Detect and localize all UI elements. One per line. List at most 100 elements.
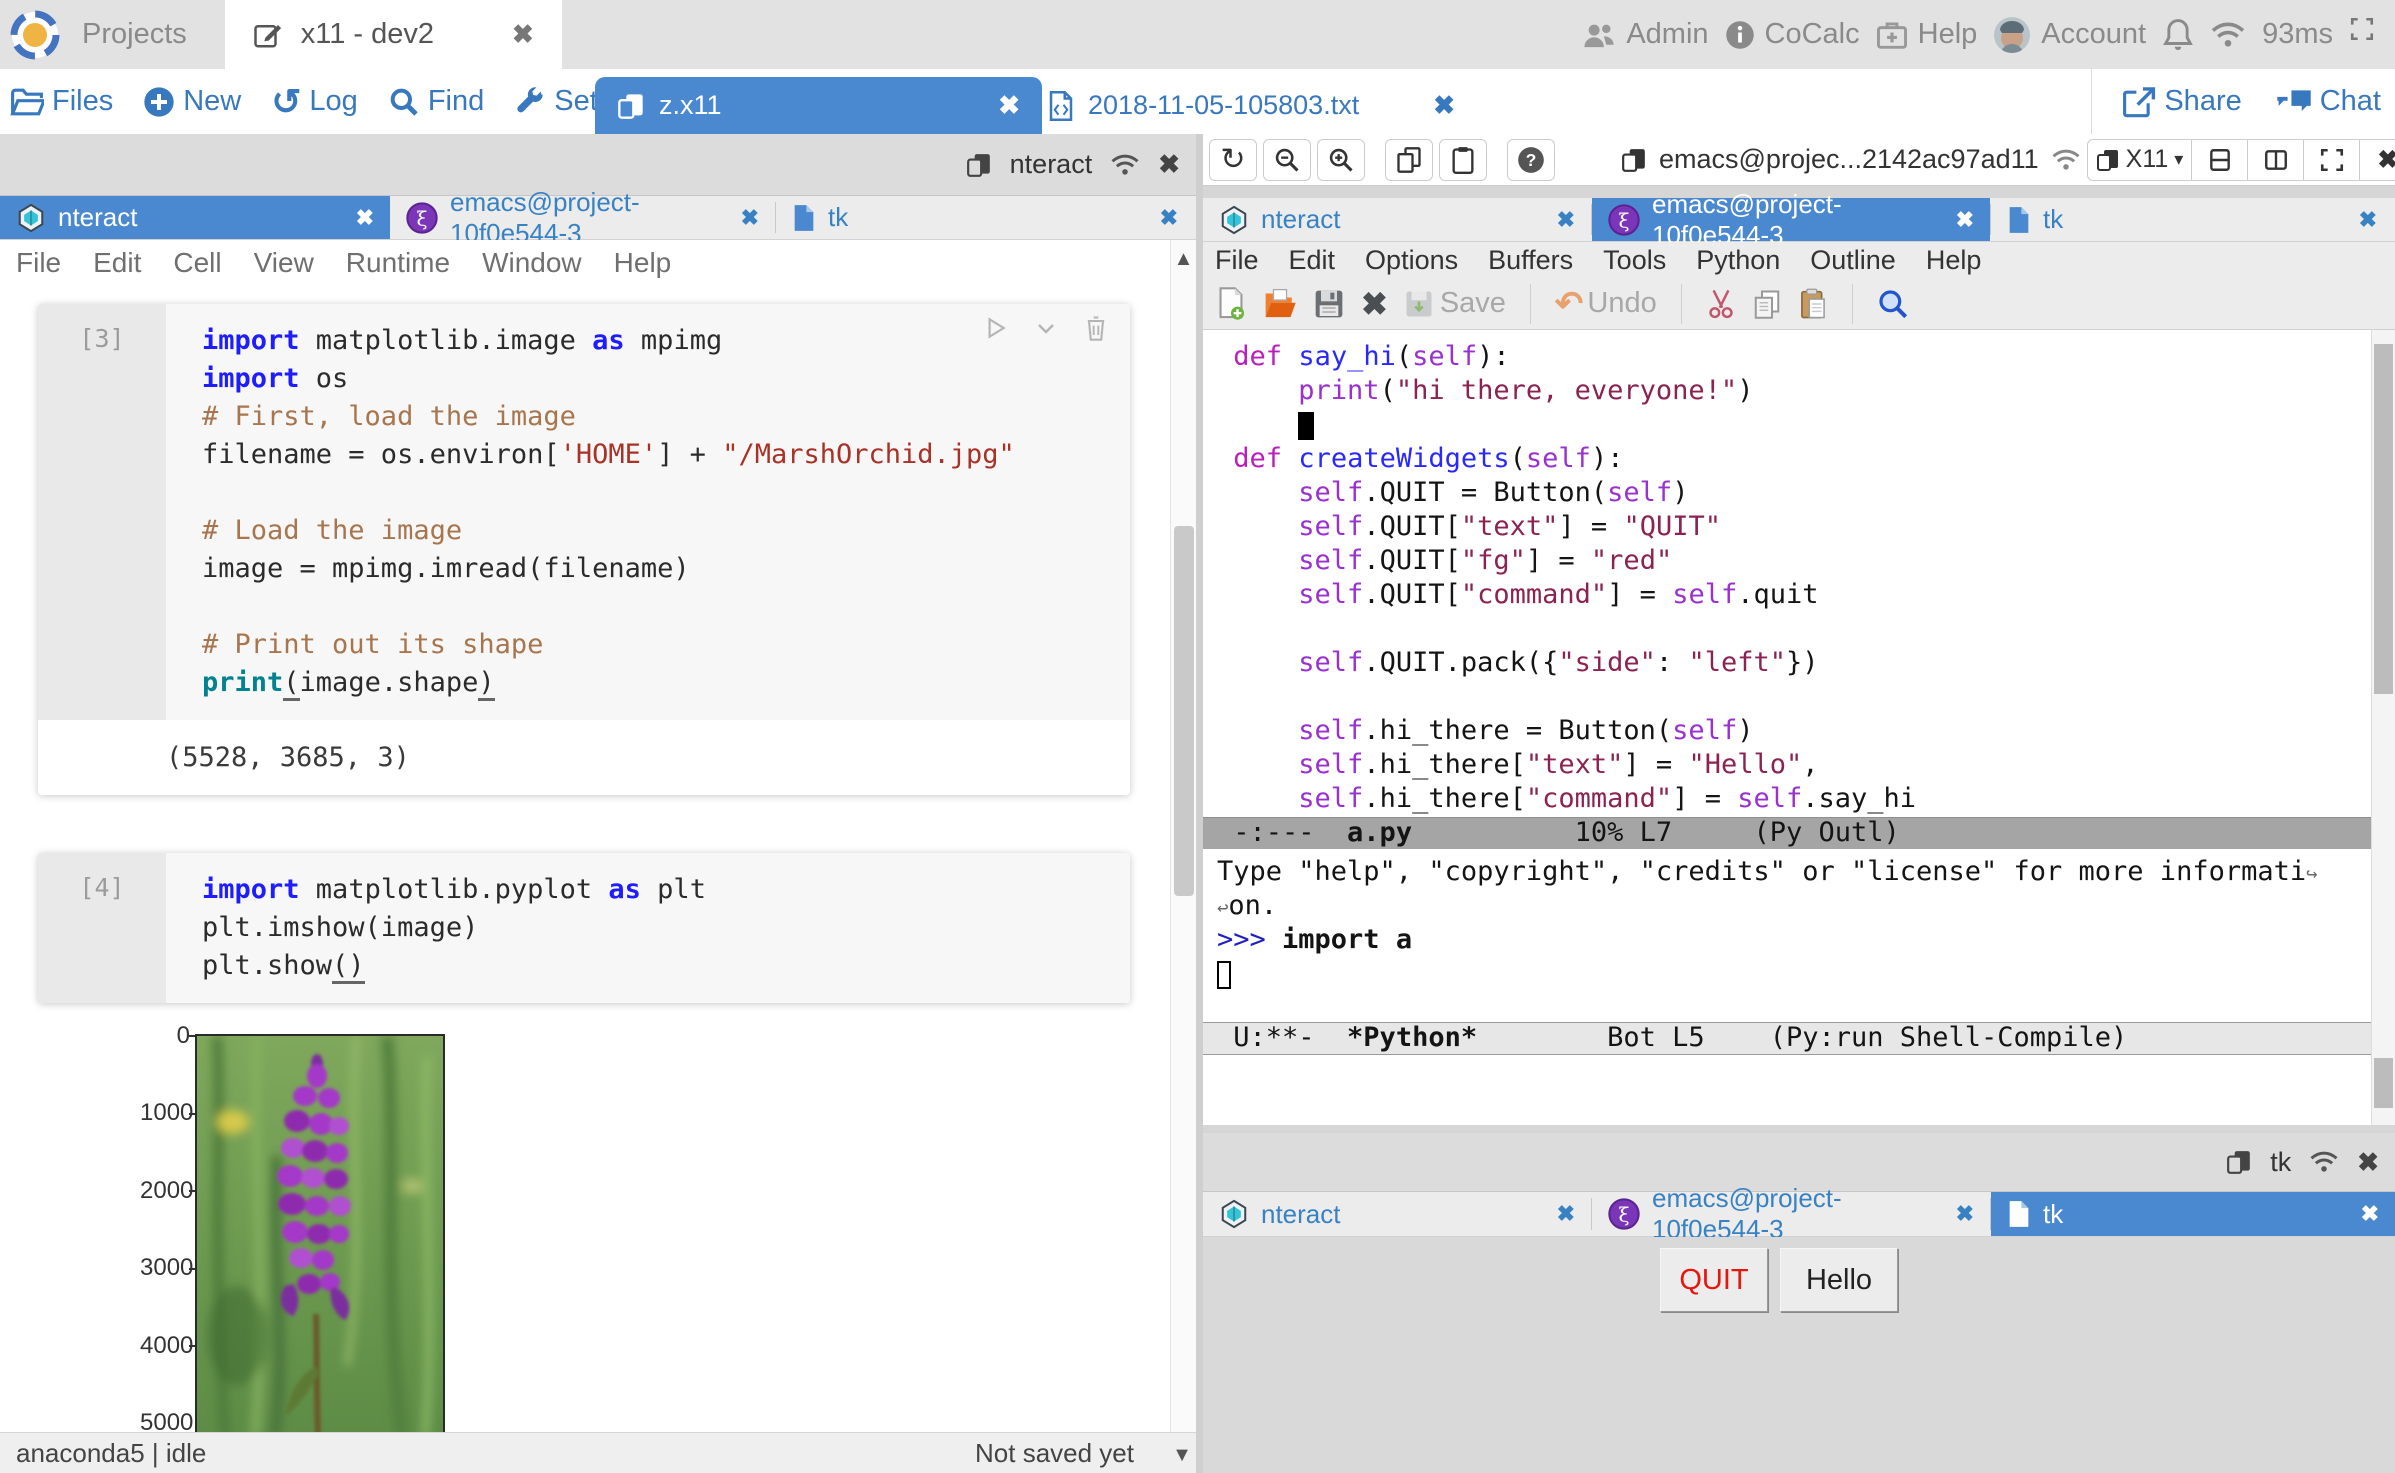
bell-icon[interactable]	[2162, 18, 2194, 52]
menu-help[interactable]: Help	[614, 247, 672, 279]
paste-button[interactable]	[1439, 139, 1487, 181]
scrollbar-thumb[interactable]	[2374, 344, 2393, 694]
x11-tab-emacs[interactable]: ξ emacs@project-10f0e544-3 ✖	[1592, 1192, 1990, 1236]
panel-divider[interactable]	[1196, 134, 1203, 1473]
emacs-menu-python[interactable]: Python	[1696, 245, 1780, 276]
cocalc-logo-icon[interactable]	[10, 10, 60, 60]
x11-tab-nteract[interactable]: nteract ✖	[0, 196, 390, 239]
menu-runtime[interactable]: Runtime	[346, 247, 450, 279]
chevron-down-icon[interactable]	[1034, 316, 1058, 340]
wifi-icon[interactable]	[2210, 20, 2246, 50]
x11-tab-nteract[interactable]: nteract ✖	[1203, 1192, 1591, 1236]
share-button[interactable]: Share	[2122, 85, 2241, 118]
x11-tab-emacs[interactable]: ξ emacs@project-10f0e544-3 ✖	[1592, 198, 1990, 241]
scrollbar-thumb[interactable]	[1174, 526, 1194, 896]
emacs-menu-buffers[interactable]: Buffers	[1488, 245, 1573, 276]
help-button[interactable]: ?	[1507, 139, 1555, 181]
menu-cell[interactable]: Cell	[173, 247, 221, 279]
x11-apps-dropdown[interactable]: X11 ▾	[2087, 139, 2193, 181]
emacs-minibuffer[interactable]	[1203, 1055, 2395, 1125]
emacs-python-shell[interactable]: Type "help", "copyright", "credits" or "…	[1203, 849, 2395, 1022]
tk-hello-button[interactable]: Hello	[1780, 1248, 1898, 1312]
code-cell-3: [3] import matplotlib.image as mpimgimpo…	[38, 304, 1130, 795]
zoom-in-button[interactable]	[1317, 139, 1365, 181]
save-button-disabled[interactable]: Save	[1404, 287, 1506, 320]
tk-quit-button[interactable]: QUIT	[1660, 1248, 1768, 1312]
undo-button-disabled[interactable]: ↶ Undo	[1555, 284, 1657, 324]
scroll-up-icon[interactable]: ▲	[1171, 248, 1196, 271]
account-button[interactable]: Account	[1993, 16, 2146, 54]
file-tab-txt[interactable]: 2018-11-05-105803.txt ✖	[1048, 77, 1560, 134]
emacs-buffer-apy[interactable]: def say_hi(self): print("hi there, every…	[1203, 330, 2395, 817]
new-button[interactable]: New	[143, 85, 241, 118]
x11-tab-tk[interactable]: tk ✖	[1991, 1192, 2395, 1236]
menu-view[interactable]: View	[254, 247, 314, 279]
files-button[interactable]: Files	[10, 85, 113, 118]
save-disk-icon[interactable]	[1313, 288, 1345, 320]
search-icon[interactable]	[1877, 288, 1909, 320]
close-frame-icon[interactable]: ✖	[2357, 1147, 2379, 1178]
close-tk-tab-icon[interactable]: ✖	[1160, 205, 1196, 231]
run-cell-icon[interactable]	[982, 315, 1008, 341]
file-tab-zx11[interactable]: z.x11 ✖	[595, 77, 1042, 134]
close-frame-button[interactable]: ✖	[2360, 139, 2395, 181]
emacs-menu-help[interactable]: Help	[1926, 245, 1982, 276]
close-buffer-icon[interactable]: ✖	[1361, 285, 1388, 323]
close-frame-icon[interactable]: ✖	[1158, 149, 1180, 180]
wifi-icon[interactable]	[1110, 152, 1140, 178]
x11-tab-tk[interactable]: tk	[776, 196, 864, 239]
close-tab-icon[interactable]: ✖	[1956, 207, 1974, 233]
projects-tab[interactable]: Projects	[82, 18, 187, 51]
emacs-menu-options[interactable]: Options	[1365, 245, 1458, 276]
emacs-menu-edit[interactable]: Edit	[1289, 245, 1336, 276]
help-button[interactable]: Help	[1876, 18, 1978, 51]
trash-icon[interactable]	[1084, 314, 1108, 342]
copy-icon[interactable]	[1752, 289, 1782, 319]
split-vertical-button[interactable]	[2248, 139, 2304, 181]
notebook-scrollbar[interactable]: ▲	[1170, 240, 1196, 1432]
scrollbar-thumb[interactable]	[2374, 1058, 2393, 1108]
admin-button[interactable]: Admin	[1582, 18, 1708, 51]
copy-button[interactable]	[1385, 139, 1433, 181]
cut-scissors-icon[interactable]	[1706, 288, 1736, 320]
close-project-tab-icon[interactable]: ✖	[512, 19, 534, 50]
window-icon	[617, 92, 645, 120]
menu-window[interactable]: Window	[482, 247, 582, 279]
find-button[interactable]: Find	[388, 85, 484, 118]
close-tab-icon[interactable]: ✖	[2361, 1201, 2379, 1227]
project-tab-x11-dev2[interactable]: x11 - dev2 ✖	[225, 0, 562, 69]
fullscreen-button[interactable]	[2304, 139, 2360, 181]
fullscreen-icon[interactable]	[2349, 16, 2375, 42]
close-tab-icon[interactable]: ✖	[1557, 1201, 1575, 1227]
cell4-code-editor[interactable]: import matplotlib.pyplot as pltplt.imsho…	[166, 853, 1130, 1003]
paste-icon[interactable]	[1798, 288, 1828, 320]
menu-edit[interactable]: Edit	[93, 247, 141, 279]
x11-tab-tk[interactable]: tk	[1991, 198, 2079, 241]
close-tab-icon[interactable]: ✖	[1956, 1201, 1974, 1227]
refresh-button[interactable]: ↻	[1209, 139, 1257, 181]
zoom-out-button[interactable]	[1263, 139, 1311, 181]
close-tk-tab-icon[interactable]: ✖	[2359, 207, 2395, 233]
close-tab-icon[interactable]: ✖	[1557, 207, 1575, 233]
wifi-icon[interactable]	[2051, 147, 2081, 173]
chat-button[interactable]: Chat	[2276, 85, 2381, 118]
close-zx11-tab-icon[interactable]: ✖	[998, 90, 1020, 121]
new-file-icon[interactable]	[1215, 287, 1247, 321]
x11-tab-nteract[interactable]: nteract ✖	[1203, 198, 1591, 241]
cell3-code-editor[interactable]: import matplotlib.image as mpimgimport o…	[166, 304, 1130, 720]
emacs-menu-outline[interactable]: Outline	[1810, 245, 1896, 276]
x11-tab-emacs[interactable]: ξ emacs@project-10f0e544-3 ✖	[390, 196, 775, 239]
cocalc-info-button[interactable]: CoCalc	[1725, 18, 1860, 51]
close-txt-tab-icon[interactable]: ✖	[1433, 90, 1455, 121]
emacs-menu-file[interactable]: File	[1215, 245, 1259, 276]
emacs-menu-tools[interactable]: Tools	[1603, 245, 1666, 276]
menu-file[interactable]: File	[16, 247, 61, 279]
emacs-scrollbar[interactable]	[2371, 330, 2395, 1125]
wifi-icon[interactable]	[2309, 1149, 2339, 1175]
log-button[interactable]: ↺ Log	[271, 81, 358, 123]
scroll-down-icon[interactable]: ▼	[1170, 1444, 1194, 1467]
open-folder-icon[interactable]	[1263, 288, 1297, 320]
close-tab-icon[interactable]: ✖	[356, 205, 374, 231]
close-tab-icon[interactable]: ✖	[741, 205, 759, 231]
split-horizontal-button[interactable]	[2192, 139, 2248, 181]
